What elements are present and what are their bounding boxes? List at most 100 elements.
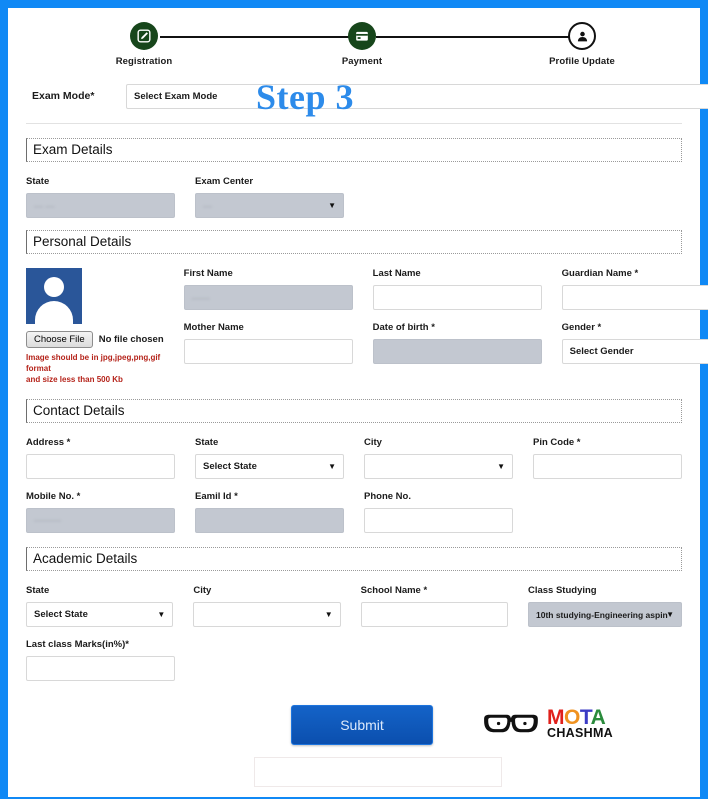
progress-stepper: Registration Payment Profile Update <box>26 14 682 76</box>
exam-mode-select[interactable]: Select Exam Mode ▼ <box>126 84 708 109</box>
input-address[interactable] <box>26 454 175 480</box>
label-exam-center: Exam Center <box>195 176 254 187</box>
label-pin-code: Pin Code * <box>533 437 581 449</box>
chevron-down-icon: ▼ <box>666 609 674 619</box>
brand-mota: MOTA <box>547 707 613 728</box>
label-last-class-marks: Last class Marks(in%)* <box>26 639 129 651</box>
field-exam-center: Exam Center — ▼ <box>195 176 344 218</box>
stepper-label-registration: Registration <box>115 56 173 67</box>
form-footer: Submit MOTA CHASHMA <box>26 705 682 797</box>
no-file-chosen-text: No file chosen <box>98 334 164 345</box>
label-email-id: Eamil Id * <box>195 491 238 503</box>
select-academic-state[interactable]: Select State ▼ <box>26 602 174 628</box>
input-guardian-name[interactable] <box>561 285 708 310</box>
personal-row-2: Mother Name Date of birth * Gender * Sel… <box>183 322 708 364</box>
brand-wordmark: MOTA CHASHMA <box>547 707 613 740</box>
field-date-of-birth: Date of birth * <box>372 322 542 364</box>
input-last-name[interactable] <box>372 285 542 310</box>
field-academic-city: City ▼ <box>193 585 341 628</box>
personal-fields: First Name —— Last Name Guardian Name * <box>183 268 708 385</box>
label-mother-name: Mother Name <box>183 322 244 333</box>
label-academic-state: State <box>26 585 50 597</box>
chevron-down-icon: ▼ <box>497 461 505 471</box>
label-gender: Gender * <box>561 322 602 333</box>
chevron-down-icon: ▼ <box>328 200 336 210</box>
avatar <box>26 268 82 324</box>
personal-details-block: Choose File No file chosen Image should … <box>26 268 708 385</box>
page-title: Step 3 <box>256 77 355 117</box>
input-phone-no[interactable] <box>364 508 513 534</box>
stepper-step-payment[interactable]: Payment <box>302 22 422 67</box>
field-contact-city: City ▼ <box>364 437 513 480</box>
label-date-of-birth: Date of birth * <box>372 322 435 333</box>
exam-mode-row: Exam Mode* Select Exam Mode ▼ Step 3 <box>26 76 708 124</box>
field-phone-no: Phone No. <box>364 491 513 534</box>
select-contact-city[interactable]: ▼ <box>364 454 513 480</box>
contact-row-1: Address * State Select State ▼ City ▼ Pi… <box>26 437 682 480</box>
select-exam-center-value: — <box>203 200 212 211</box>
input-mobile-no: ——— <box>26 508 175 534</box>
field-pin-code: Pin Code * <box>533 437 682 480</box>
section-heading-personal-details: Personal Details <box>26 230 682 254</box>
brand-chashma: CHASHMA <box>547 726 613 741</box>
select-academic-city[interactable]: ▼ <box>193 602 341 628</box>
user-icon <box>568 22 596 50</box>
choose-file-button[interactable]: Choose File <box>26 331 93 348</box>
exam-details-row-1: State — — Exam Center — ▼ <box>26 176 682 218</box>
label-academic-city: City <box>193 585 212 597</box>
input-email-id <box>195 508 344 534</box>
image-format-note: Image should be in jpg,jpeg,png,gif form… <box>26 353 164 385</box>
label-exam-state: State <box>26 176 50 187</box>
field-class-studying: Class Studying 10th studying-Engineering… <box>527 585 682 628</box>
field-guardian-name: Guardian Name * <box>561 268 708 310</box>
stepper-step-profile-update[interactable]: Profile Update <box>522 22 642 67</box>
page-frame: Registration Payment Profile Update Exam… <box>0 0 708 799</box>
brand-logo: MOTA CHASHMA <box>481 707 613 740</box>
field-first-name: First Name —— <box>183 268 353 310</box>
chevron-down-icon: ▼ <box>324 609 333 619</box>
input-exam-state: — — <box>26 193 175 218</box>
avatar-body <box>35 301 73 324</box>
section-heading-academic-details: Academic Details <box>26 547 682 572</box>
image-format-note-line1: Image should be in jpg,jpeg,png,gif form… <box>26 353 161 373</box>
academic-row-2: Last class Marks(in%)* <box>26 639 682 682</box>
image-format-note-line2: and size less than 500 Kb <box>26 374 123 384</box>
select-contact-state-value: Select State <box>203 461 257 473</box>
select-gender[interactable]: Select Gender ▼ <box>561 339 708 364</box>
page-content: Registration Payment Profile Update Exam… <box>8 14 708 797</box>
stepper-label-payment: Payment <box>341 56 383 67</box>
input-date-of-birth <box>372 339 542 364</box>
contact-row-2: Mobile No. * ——— Eamil Id * Phone No. <box>26 491 682 534</box>
submit-button[interactable]: Submit <box>291 705 433 746</box>
stepper-label-profile-update: Profile Update <box>549 56 615 67</box>
input-mobile-no-value: ——— <box>34 515 61 526</box>
glasses-icon <box>484 714 538 732</box>
photo-upload-block: Choose File No file chosen Image should … <box>26 268 164 385</box>
field-exam-state: State — — <box>26 176 175 218</box>
input-pin-code[interactable] <box>533 454 682 480</box>
field-academic-state: State Select State ▼ <box>26 585 174 628</box>
file-input-row[interactable]: Choose File No file chosen <box>26 331 164 348</box>
select-class-studying: 10th studying-Engineering aspin ▼ <box>527 602 682 628</box>
label-school-name: School Name * <box>360 585 428 597</box>
select-exam-center: — ▼ <box>195 193 344 218</box>
stepper-step-registration[interactable]: Registration <box>84 22 204 67</box>
field-email-id: Eamil Id * <box>195 491 344 534</box>
input-exam-state-value: — — <box>34 200 55 211</box>
input-school-name[interactable] <box>360 602 508 628</box>
select-contact-state[interactable]: Select State ▼ <box>195 454 344 480</box>
input-last-class-marks[interactable] <box>26 656 175 682</box>
label-phone-no: Phone No. <box>364 491 411 503</box>
label-guardian-name: Guardian Name * <box>561 268 639 279</box>
label-last-name: Last Name <box>372 268 421 279</box>
field-last-name: Last Name <box>372 268 542 310</box>
field-gender: Gender * Select Gender ▼ <box>561 322 708 364</box>
label-address: Address * <box>26 437 71 449</box>
field-mobile-no: Mobile No. * ——— <box>26 491 175 534</box>
field-school-name: School Name * <box>360 585 508 628</box>
avatar-head <box>44 277 64 297</box>
label-contact-city: City <box>364 437 382 449</box>
input-mother-name[interactable] <box>183 339 353 364</box>
personal-row-1: First Name —— Last Name Guardian Name * <box>183 268 708 310</box>
field-address: Address * <box>26 437 175 480</box>
